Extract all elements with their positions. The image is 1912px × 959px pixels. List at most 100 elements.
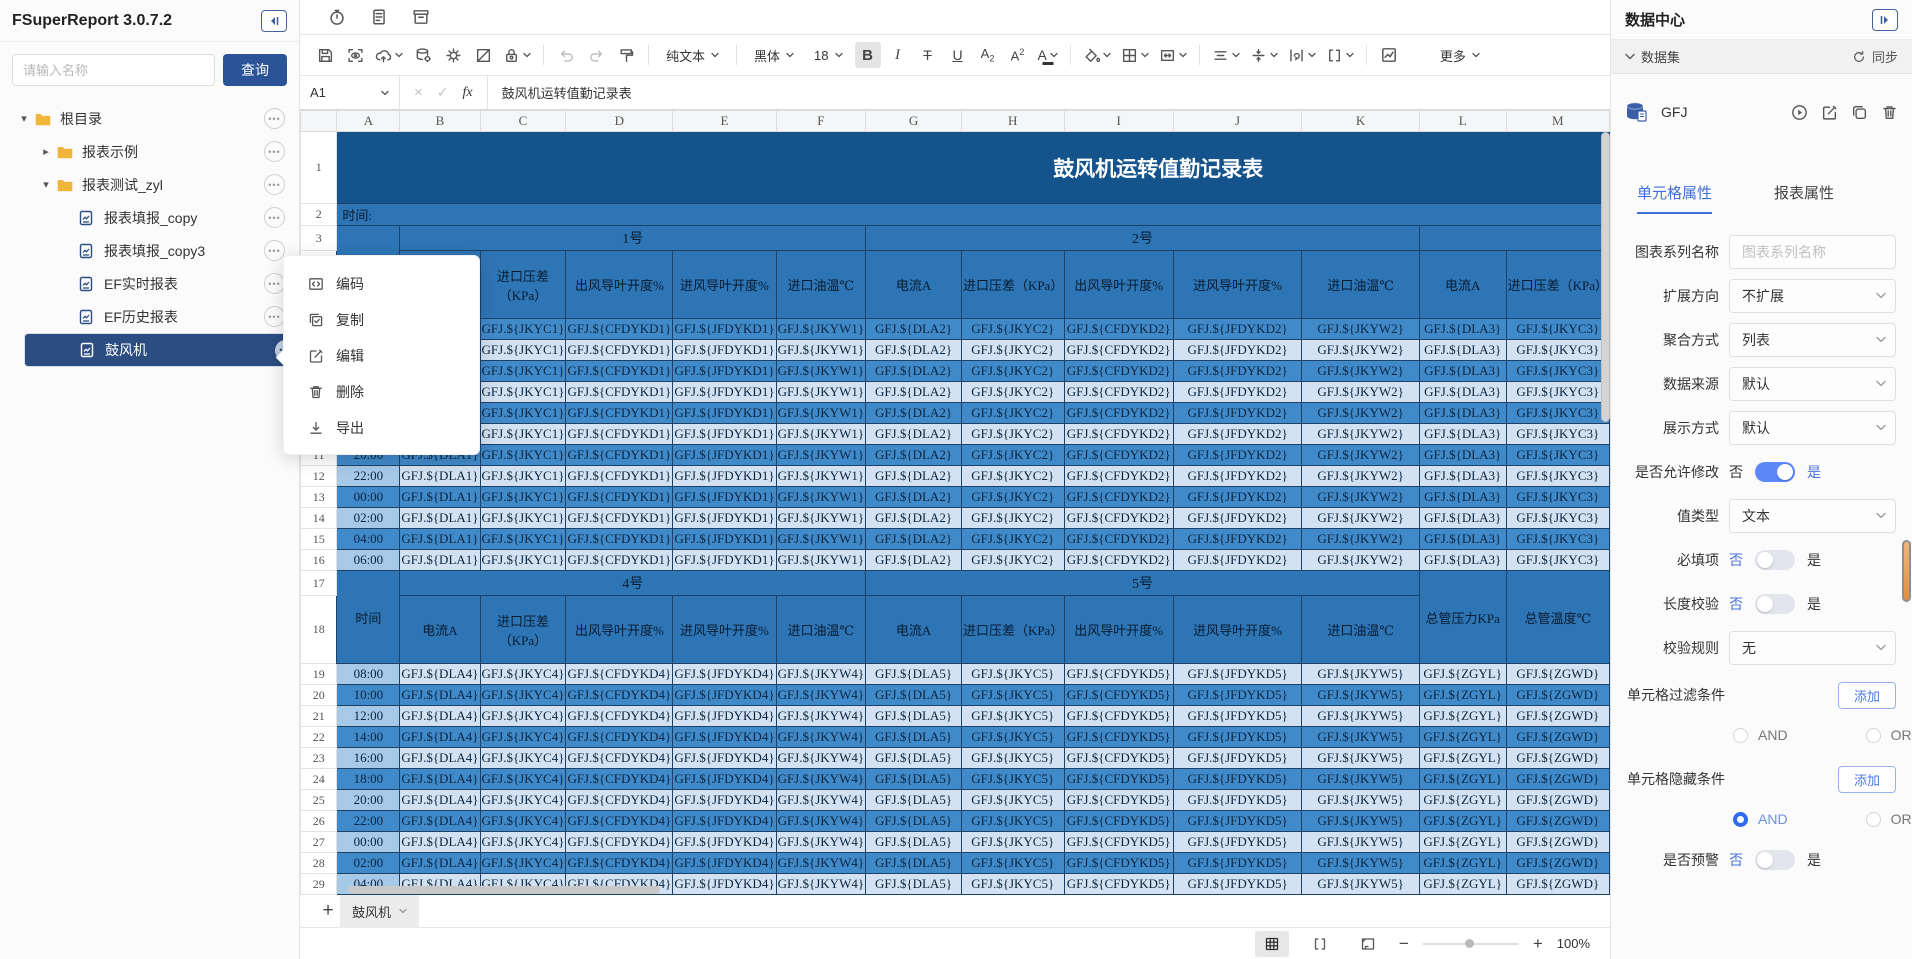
grid-cell[interactable]: GFJ.${JFDYKD4} [673,832,776,853]
grid-cell[interactable]: GFJ.${JFDYKD1} [673,424,776,445]
grid-cell[interactable]: GFJ.${JKYW5} [1302,790,1420,811]
grid-cell[interactable]: GFJ.${JKYC3} [1506,382,1609,403]
grid-cell[interactable]: GFJ.${CFDYKD1} [566,550,673,571]
grid-cell[interactable]: 16:00 [337,748,400,769]
grid-cell[interactable]: GFJ.${DLA2} [866,445,962,466]
strikethrough-button[interactable]: T [915,42,941,68]
grid-cell[interactable]: GFJ.${DLA5} [866,811,962,832]
required-toggle[interactable] [1755,550,1795,570]
grid-cell[interactable]: GFJ.${DLA5} [866,685,962,706]
grid-cell[interactable]: 时间 [337,571,400,664]
row-header-29[interactable]: 29 [301,874,337,895]
dataset-run-button[interactable] [1791,104,1808,121]
grid-cell[interactable]: GFJ.${JKYC5} [961,853,1064,874]
fill-color-button[interactable] [1080,42,1114,68]
grid-cell[interactable]: GFJ.${JFDYKD1} [673,403,776,424]
grid-cell[interactable]: GFJ.${DLA4} [400,811,480,832]
grid-cell[interactable]: GFJ.${CFDYKD2} [1064,487,1173,508]
grid-cell[interactable]: GFJ.${CFDYKD1} [566,340,673,361]
chart-series-name-input[interactable]: 图表系列名称 [1729,235,1896,269]
grid-cell[interactable]: GFJ.${JFDYKD4} [673,853,776,874]
grid-cell[interactable]: GFJ.${JKYC2} [961,487,1064,508]
grid-cell[interactable]: GFJ.${JFDYKD1} [673,508,776,529]
horizontal-align-button[interactable] [1209,42,1243,68]
column-header-K[interactable]: K [1302,111,1420,132]
column-header-I[interactable]: I [1064,111,1173,132]
grid-cell[interactable]: GFJ.${DLA2} [866,403,962,424]
insert-function-button[interactable]: fx [463,85,473,101]
grid-cell[interactable]: GFJ.${DLA2} [866,466,962,487]
undo-button[interactable] [553,42,579,68]
grid-cell[interactable]: GFJ.${DLA1} [400,529,480,550]
grid-cell[interactable]: GFJ.${CFDYKD5} [1064,832,1173,853]
row-header-24[interactable]: 24 [301,769,337,790]
grid-cell[interactable]: GFJ.${JKYC2} [961,424,1064,445]
grid-cell[interactable]: GFJ.${DLA3} [1419,445,1506,466]
grid-cell[interactable]: GFJ.${DLA4} [400,664,480,685]
grid-cell[interactable] [1419,226,1609,251]
caret-expanded-icon[interactable]: ▾ [38,178,54,191]
grid-cell[interactable]: GFJ.${DLA2} [866,319,962,340]
grid-cell[interactable]: GFJ.${DLA3} [1419,508,1506,529]
tree-item-报表填报_copy[interactable]: 报表填报_copy••• [0,201,299,234]
grid-cell[interactable]: GFJ.${CFDYKD1} [566,403,673,424]
grid-cell[interactable]: 出风导叶开度% [566,251,673,319]
grid-cell[interactable]: GFJ.${DLA3} [1419,340,1506,361]
grid-cell[interactable]: GFJ.${JKYW4} [776,685,866,706]
grid-cell[interactable]: 20:00 [337,790,400,811]
grid-cell[interactable]: GFJ.${JFDYKD5} [1173,685,1301,706]
tree-item-报表示例[interactable]: ▸报表示例••• [0,135,299,168]
grid-cell[interactable]: GFJ.${JFDYKD5} [1173,769,1301,790]
grid-cell[interactable]: GFJ.${ZGWD} [1506,748,1609,769]
grid-cell[interactable]: GFJ.${JFDYKD1} [673,529,776,550]
grid-cell[interactable]: GFJ.${JFDYKD2} [1173,340,1301,361]
tab-单元格属性[interactable]: 单元格属性 [1637,182,1712,214]
grid-cell[interactable]: 18:00 [337,769,400,790]
redo-button[interactable] [583,42,609,68]
grid-cell[interactable]: 22:00 [337,811,400,832]
grid-cell[interactable]: GFJ.${JKYC1} [480,508,566,529]
grid-cell[interactable]: GFJ.${JKYW4} [776,790,866,811]
length-check-toggle[interactable] [1755,594,1795,614]
grid-cell[interactable]: GFJ.${CFDYKD2} [1064,529,1173,550]
grid-cell[interactable]: GFJ.${JKYW4} [776,748,866,769]
grid-cell[interactable]: GFJ.${ZGWD} [1506,727,1609,748]
grid-cell[interactable]: GFJ.${DLA5} [866,790,962,811]
grid-cell[interactable]: 总管温度℃ [1506,571,1609,664]
grid-cell[interactable]: 进风导叶开度% [1173,251,1301,319]
grid-cell[interactable]: GFJ.${JKYC4} [480,748,566,769]
grid-cell[interactable]: GFJ.${CFDYKD4} [566,706,673,727]
grid-cell[interactable]: GFJ.${JFDYKD5} [1173,664,1301,685]
grid-cell[interactable]: GFJ.${CFDYKD2} [1064,382,1173,403]
row-header-19[interactable]: 19 [301,664,337,685]
grid-cell[interactable]: GFJ.${JKYW1} [776,403,866,424]
report-title-cell[interactable]: 鼓风机运转值勤记录表 [337,132,1610,204]
item-more-button[interactable]: ••• [264,273,285,294]
grid-cell[interactable]: GFJ.${JKYC1} [480,403,566,424]
grid-cell[interactable]: GFJ.${DLA5} [866,853,962,874]
grid-cell[interactable]: 进口压差（KPa） [480,251,566,319]
grid-cell[interactable]: GFJ.${JFDYKD4} [673,811,776,832]
grid-cell[interactable]: 电流A [1419,251,1506,319]
grid-cell[interactable]: 5号 [866,571,1420,596]
row-header-18[interactable]: 18 [301,596,337,664]
sheet-tab-active[interactable]: 鼓风机 [340,895,419,928]
grid-cell[interactable]: GFJ.${CFDYKD2} [1064,340,1173,361]
preview-button[interactable] [342,42,368,68]
grid-cell[interactable]: GFJ.${ZGYL} [1419,685,1506,706]
grid-cell[interactable]: 总管压力KPa [1419,571,1506,664]
grid-cell[interactable]: 08:00 [337,664,400,685]
grid-cell[interactable]: 进口油温℃ [776,251,866,319]
grid-cell[interactable]: GFJ.${CFDYKD4} [566,769,673,790]
cancel-formula-button[interactable]: × [414,84,423,101]
grid-cell[interactable]: GFJ.${JKYC1} [480,529,566,550]
grid-cell[interactable]: GFJ.${JFDYKD2} [1173,508,1301,529]
more-dropdown[interactable]: 更多 [1432,42,1488,68]
grid-cell[interactable]: GFJ.${JKYW5} [1302,769,1420,790]
grid-cell[interactable]: GFJ.${JKYW4} [776,664,866,685]
grid-cell[interactable]: GFJ.${JKYW2} [1302,319,1420,340]
grid-cell[interactable]: GFJ.${DLA3} [1419,403,1506,424]
row-header-23[interactable]: 23 [301,748,337,769]
grid-cell[interactable]: GFJ.${JKYW5} [1302,853,1420,874]
row-header-22[interactable]: 22 [301,727,337,748]
